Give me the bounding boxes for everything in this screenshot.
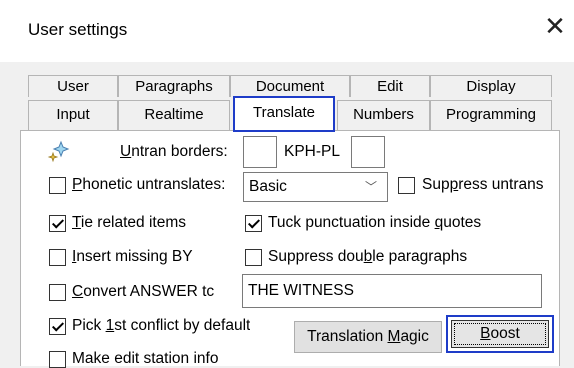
suppress-untrans-checkbox[interactable] <box>398 177 415 194</box>
tab-edit[interactable]: Edit <box>350 75 430 97</box>
tab-numbers[interactable]: Numbers <box>337 100 430 130</box>
tuck-punctuation-label: Tuck punctuation inside quotes <box>268 214 482 231</box>
tuck-punctuation-checkbox[interactable] <box>245 215 262 232</box>
sparkle-icon <box>46 138 72 164</box>
phonetic-select[interactable]: Basic ﹀ <box>243 172 388 202</box>
untran-borders-label: Untran borders: <box>120 143 228 160</box>
pick-first-conflict-checkbox[interactable] <box>49 318 66 335</box>
make-edit-station-checkbox[interactable] <box>49 351 66 368</box>
insert-missing-label: Insert missing BY <box>72 248 193 265</box>
suppress-double-label: Suppress double paragraphs <box>268 248 468 265</box>
boost-button[interactable]: Boost <box>451 320 549 348</box>
chevron-down-icon: ﹀ <box>364 180 377 194</box>
title-bar: User settings ✕ <box>0 0 574 62</box>
untran-border-right-input[interactable] <box>351 136 385 168</box>
phonetic-select-value: Basic <box>249 178 287 195</box>
untran-border-middle-text: KPH-PL <box>284 143 340 160</box>
window-title: User settings <box>28 20 128 39</box>
suppress-double-checkbox[interactable] <box>245 249 262 266</box>
untran-border-left-input[interactable] <box>243 136 277 168</box>
tab-user[interactable]: User <box>28 75 118 97</box>
convert-answer-label: Convert ANSWER tc <box>72 283 215 300</box>
close-icon[interactable]: ✕ <box>540 12 570 42</box>
tab-input[interactable]: Input <box>28 100 118 130</box>
tab-programming[interactable]: Programming <box>430 100 552 130</box>
tab-realtime[interactable]: Realtime <box>118 100 230 130</box>
tie-related-checkbox[interactable] <box>49 215 66 232</box>
tab-paragraphs[interactable]: Paragraphs <box>118 75 230 97</box>
make-edit-station-label: Make edit station info <box>72 350 219 367</box>
tab-translate[interactable]: Translate <box>233 96 335 132</box>
convert-answer-checkbox[interactable] <box>49 284 66 301</box>
tab-document[interactable]: Document <box>230 75 350 97</box>
insert-missing-checkbox[interactable] <box>49 249 66 266</box>
phonetic-untranslates-label: Phonetic untranslates: <box>72 176 226 193</box>
phonetic-untranslates-checkbox[interactable] <box>49 177 66 194</box>
boost-button-highlight: Boost <box>446 315 554 353</box>
pick-first-conflict-label: Pick 1st conflict by default <box>72 317 251 334</box>
convert-answer-input[interactable]: THE WITNESS <box>242 274 542 308</box>
tab-display[interactable]: Display <box>430 75 552 97</box>
translation-magic-button[interactable]: Translation Magic <box>294 321 442 353</box>
suppress-untrans-label: Suppress untrans <box>422 176 544 193</box>
tie-related-label: Tie related items <box>72 214 187 231</box>
